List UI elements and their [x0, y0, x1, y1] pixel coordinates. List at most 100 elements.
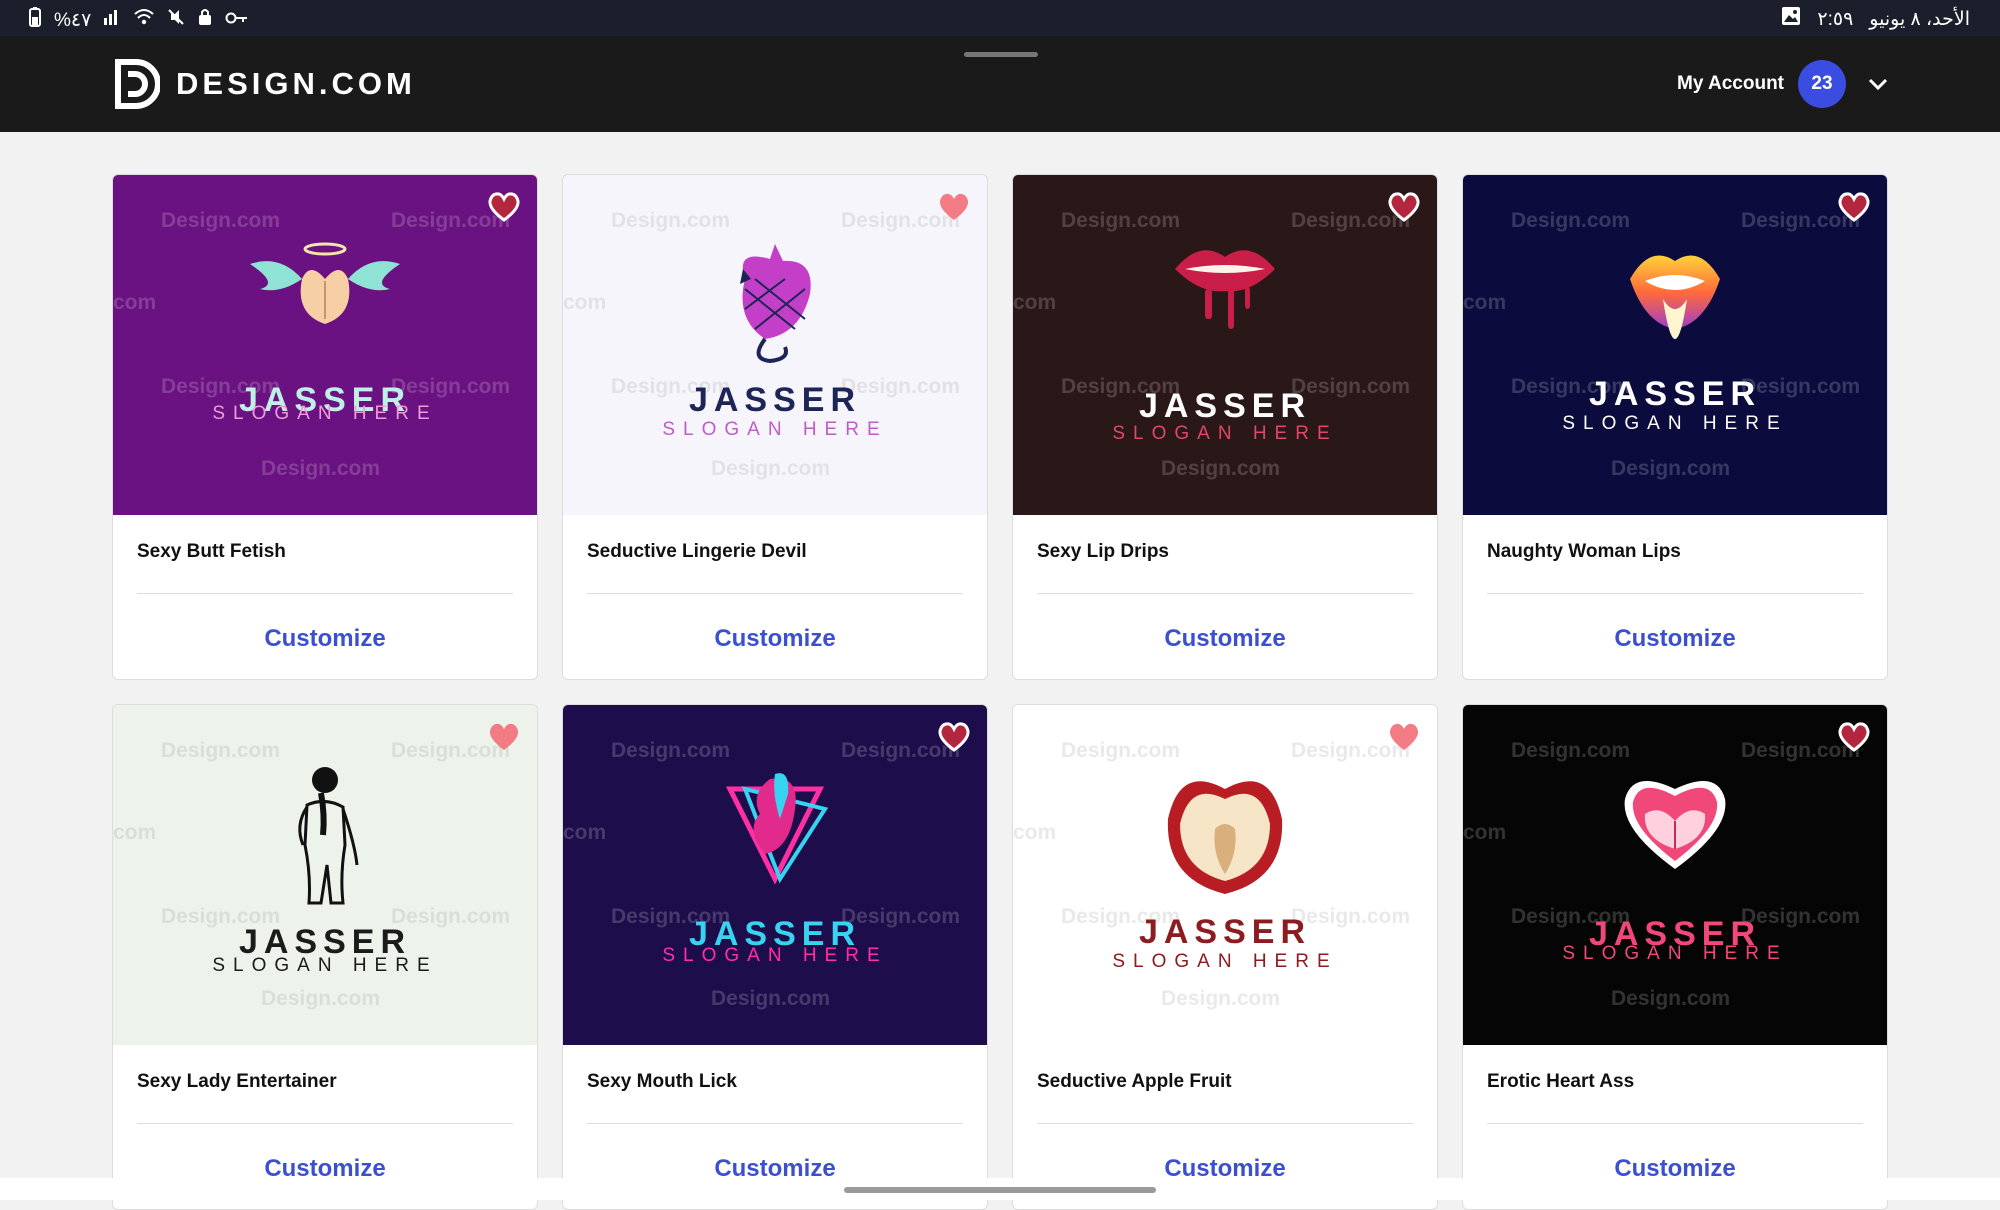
logo-preview[interactable]: Design.com Design.com com Design.com Des…	[1013, 705, 1437, 1045]
account-menu[interactable]: My Account 23	[1677, 60, 1890, 108]
logo-card[interactable]: Design.com Design.com com Design.com Des…	[562, 704, 988, 1210]
mute-icon	[167, 8, 185, 32]
site-logo[interactable]: DESIGN.COM	[114, 58, 416, 110]
watermark: Design.com	[711, 987, 831, 1010]
gallery-icon	[1781, 6, 1801, 32]
logo-slogan-text: SLOGAN HERE	[662, 945, 888, 966]
chevron-down-icon[interactable]	[1866, 72, 1890, 96]
customize-button[interactable]: Customize	[563, 625, 987, 653]
logo-brand-text: JASSER	[1138, 387, 1312, 425]
logo-preview[interactable]: Design.com Design.com com Design.com Des…	[113, 705, 537, 1045]
favorite-heart-icon[interactable]	[1837, 721, 1871, 753]
customize-button[interactable]: Customize	[1013, 625, 1437, 653]
watermark: Design.com	[1161, 987, 1281, 1010]
watermark: Design.com	[161, 739, 281, 762]
logo-slogan-text: SLOGAN HERE	[212, 403, 438, 424]
logo-brand-text: JASSER	[1138, 913, 1312, 951]
logo-preview[interactable]: Design.com Design.com com Design.com Des…	[113, 175, 537, 515]
watermark: Design.com	[1061, 209, 1181, 232]
vpn-key-icon	[225, 9, 249, 31]
card-divider	[137, 1123, 513, 1124]
favorite-heart-icon[interactable]	[937, 721, 971, 753]
logo-preview[interactable]: Design.com Design.com com Design.com Des…	[563, 175, 987, 515]
logo-preview[interactable]: Design.com Design.com com Design.com Des…	[563, 705, 987, 1045]
watermark: com	[1463, 821, 1507, 844]
favorite-heart-icon[interactable]	[1387, 191, 1421, 223]
watermark: Design.com	[161, 209, 281, 232]
site-header: DESIGN.COM My Account 23	[0, 36, 2000, 132]
wifi-icon	[133, 8, 155, 32]
winged-butt-icon	[240, 239, 410, 334]
favorite-heart-icon[interactable]	[937, 191, 971, 223]
watermark: Design.com	[1061, 739, 1181, 762]
logo-grid: Design.com Design.com com Design.com Des…	[112, 174, 1888, 1210]
card-title[interactable]: Sexy Butt Fetish	[137, 541, 286, 563]
logo-preview[interactable]: Design.com Design.com com Design.com Des…	[1013, 175, 1437, 515]
account-label[interactable]: My Account	[1677, 73, 1784, 95]
favorite-heart-icon[interactable]	[1387, 721, 1421, 753]
logo-card[interactable]: Design.com Design.com com Design.com Des…	[112, 174, 538, 680]
watermark: Design.com	[1511, 739, 1631, 762]
drag-handle[interactable]	[964, 52, 1038, 57]
logo-card[interactable]: Design.com Design.com com Design.com Des…	[1012, 174, 1438, 680]
logo-slogan-text: SLOGAN HERE	[212, 955, 438, 976]
card-divider	[1487, 593, 1863, 594]
card-title[interactable]: Sexy Lady Entertainer	[137, 1071, 337, 1093]
customize-button[interactable]: Customize	[1463, 625, 1887, 653]
logo-slogan-text: SLOGAN HERE	[1562, 413, 1788, 434]
logo-preview[interactable]: Design.com Design.com com Design.com Des…	[1463, 705, 1887, 1045]
battery-percent: %٤٧	[54, 9, 92, 31]
account-badge[interactable]: 23	[1798, 60, 1846, 108]
battery-icon	[28, 7, 42, 33]
card-title[interactable]: Sexy Lip Drips	[1037, 541, 1169, 563]
customize-button[interactable]: Customize	[113, 625, 537, 653]
watermark: Design.com	[611, 739, 731, 762]
watermark: com	[563, 821, 607, 844]
apple-fruit-icon	[1160, 769, 1290, 904]
watermark: Design.com	[611, 209, 731, 232]
favorite-heart-icon[interactable]	[487, 721, 521, 753]
status-bar-left: %٤٧	[28, 7, 249, 33]
logo-card[interactable]: Design.com Design.com com Design.com Des…	[1462, 704, 1888, 1210]
logo-card[interactable]: Design.com Design.com com Design.com Des…	[1462, 174, 1888, 680]
logo-slogan-text: SLOGAN HERE	[662, 419, 888, 440]
favorite-heart-icon[interactable]	[1837, 191, 1871, 223]
card-title[interactable]: Seductive Apple Fruit	[1037, 1071, 1232, 1093]
logo-slogan-text: SLOGAN HERE	[1562, 943, 1788, 964]
favorite-heart-icon[interactable]	[487, 191, 521, 223]
card-title[interactable]: Naughty Woman Lips	[1487, 541, 1681, 563]
logo-slogan-text: SLOGAN HERE	[1112, 951, 1338, 972]
card-divider	[1487, 1123, 1863, 1124]
status-bar-right: ٢:٥٩ الأحد، ٨ يونيو	[1781, 6, 1970, 32]
card-title[interactable]: Sexy Mouth Lick	[587, 1071, 737, 1093]
watermark: com	[113, 821, 157, 844]
watermark: com	[113, 291, 157, 314]
logo-text: DESIGN.COM	[176, 66, 416, 101]
logo-brand-text: JASSER	[1588, 375, 1762, 413]
lady-silhouette-icon	[285, 765, 365, 910]
card-divider	[1037, 1123, 1413, 1124]
logo-preview[interactable]: Design.com Design.com com Design.com Des…	[1463, 175, 1887, 515]
watermark: Design.com	[1611, 987, 1731, 1010]
card-divider	[1037, 593, 1413, 594]
card-title[interactable]: Erotic Heart Ass	[1487, 1071, 1634, 1093]
design-logo-icon	[115, 59, 160, 109]
rainbow-lips-icon	[1625, 239, 1725, 354]
watermark: Design.com	[711, 457, 831, 480]
lingerie-devil-icon	[715, 239, 835, 374]
dripping-lips-icon	[1170, 239, 1280, 334]
card-divider	[137, 593, 513, 594]
status-bar: %٤٧ ٢:٥٩ الأحد، ٨ يونيو	[0, 0, 2000, 36]
logo-card[interactable]: Design.com Design.com com Design.com Des…	[562, 174, 988, 680]
logo-card[interactable]: Design.com Design.com com Design.com Des…	[1012, 704, 1438, 1210]
home-indicator[interactable]	[844, 1187, 1156, 1193]
signal-icon	[103, 8, 121, 32]
logo-brand-text: JASSER	[688, 381, 862, 419]
heart-ass-icon	[1615, 769, 1735, 884]
card-title[interactable]: Seductive Lingerie Devil	[587, 541, 807, 563]
watermark: Design.com	[1161, 457, 1281, 480]
lock-icon	[197, 8, 213, 32]
logo-card[interactable]: Design.com Design.com com Design.com Des…	[112, 704, 538, 1210]
card-divider	[587, 1123, 963, 1124]
watermark: Design.com	[261, 987, 381, 1010]
